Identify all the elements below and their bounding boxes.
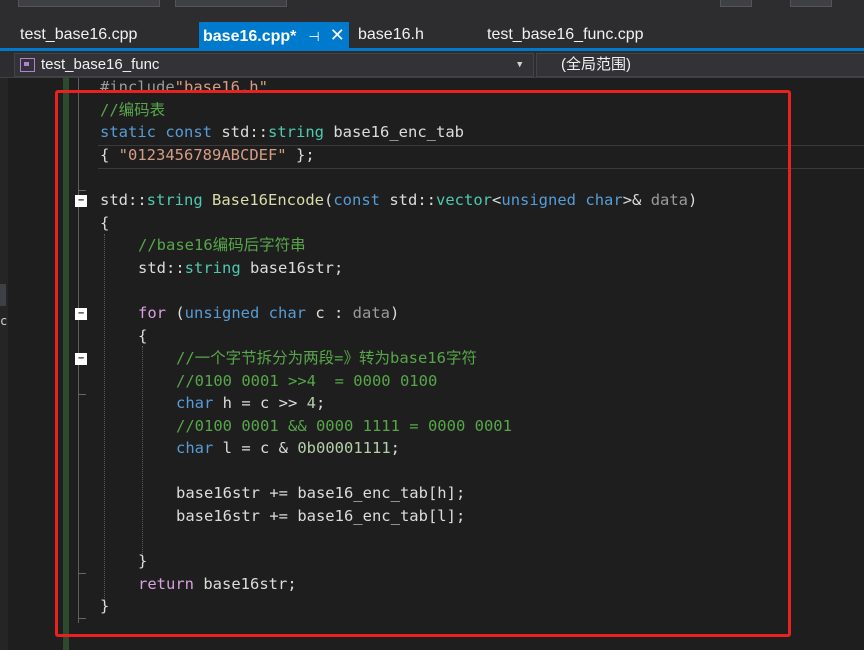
pin-icon[interactable]: ⊣	[308, 29, 319, 44]
chevron-down-icon[interactable]: ▼	[517, 54, 522, 76]
toolbar-fragment	[720, 0, 752, 7]
top-toolbar-strip	[0, 0, 864, 22]
highlight-annotation-box	[55, 90, 791, 637]
function-scope-dropdown[interactable]: test_base16_func ▼	[14, 53, 534, 77]
function-icon	[20, 58, 35, 72]
side-panel-marker	[0, 284, 6, 306]
toolbar-fragment	[18, 0, 160, 7]
toolbar-fragment	[790, 0, 832, 7]
left-side-panel-strip: c	[0, 78, 8, 650]
document-tab-bar: test_base16.cpp base16.cpp* ⊣ ✕ base16.h t…	[0, 22, 864, 48]
tab-label: test_base16_func.cpp	[487, 26, 644, 43]
function-scope-label: test_base16_func	[41, 56, 160, 73]
tab-test-base16-cpp[interactable]: test_base16.cpp	[20, 22, 137, 48]
side-panel-glyph: c	[0, 314, 8, 328]
global-scope-dropdown[interactable]: (全局范围)	[536, 53, 864, 77]
tab-base16-h[interactable]: base16.h	[358, 22, 424, 48]
global-scope-label: (全局范围)	[561, 56, 631, 73]
tab-test-base16-func-cpp[interactable]: test_base16_func.cpp	[487, 22, 644, 48]
tab-base16-cpp[interactable]: base16.cpp* ⊣ ✕	[199, 22, 349, 48]
close-icon[interactable]: ✕	[330, 25, 345, 45]
toolbar-fragment	[175, 0, 287, 7]
navigation-bar: test_base16_func ▼ (全局范围)	[0, 51, 864, 78]
tab-label: base16.cpp*	[203, 28, 297, 45]
tab-label: base16.h	[358, 26, 424, 43]
tab-label: test_base16.cpp	[20, 26, 138, 43]
